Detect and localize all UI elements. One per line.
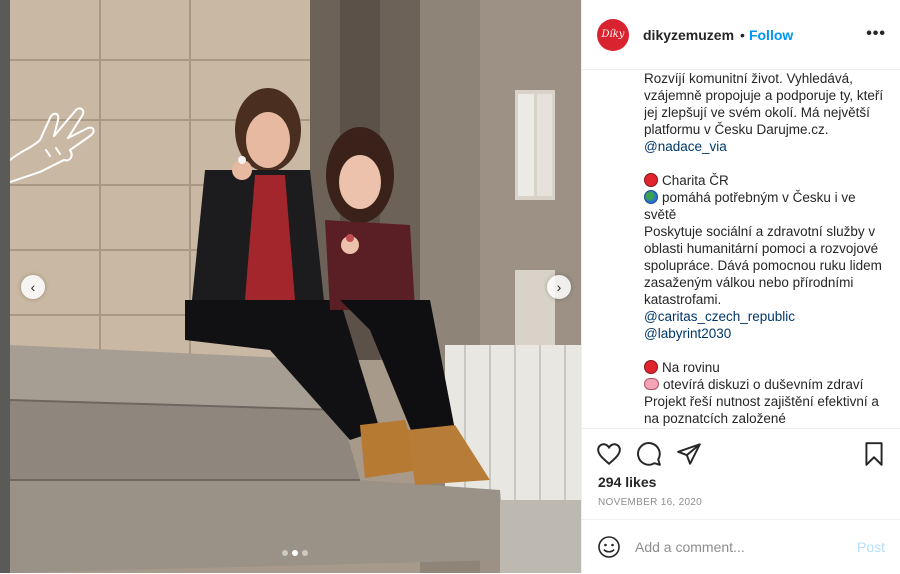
post-photo[interactable]: ‹ › — [10, 0, 581, 573]
instagram-post-view: ‹ › Díky dikyzemuzem • Follow ••• Rozvíj… — [0, 0, 900, 573]
post-header: Díky dikyzemuzem • Follow ••• — [582, 0, 900, 70]
bookmark-icon[interactable] — [861, 441, 887, 467]
username-link[interactable]: dikyzemuzem — [643, 27, 734, 43]
carousel-indicator — [282, 550, 308, 556]
share-icon[interactable] — [676, 441, 702, 467]
background-edge — [0, 0, 10, 573]
carousel-next-button[interactable]: › — [547, 275, 571, 299]
carousel-dot-active — [292, 550, 298, 556]
comment-icon[interactable] — [636, 441, 662, 467]
carousel-dot — [282, 550, 288, 556]
post-details-panel: Díky dikyzemuzem • Follow ••• Rozvíjí ko… — [581, 0, 900, 573]
carousel-dot — [302, 550, 308, 556]
follow-button[interactable]: Follow — [749, 27, 793, 43]
caption-text: Rozvíjí komunitní život. Vyhledává, vzáj… — [644, 71, 884, 137]
photo-illustration — [10, 0, 581, 573]
caption-scroll-area[interactable]: Rozvíjí komunitní život. Vyhledává, vzáj… — [644, 70, 884, 428]
red-circle-icon — [644, 360, 658, 374]
org-name: Charita ČR — [662, 173, 729, 188]
avatar[interactable]: Díky — [597, 18, 629, 51]
caption-line: Na rovinu — [644, 359, 884, 376]
more-options-icon[interactable]: ••• — [866, 25, 886, 43]
emoji-smile-icon[interactable] — [597, 535, 621, 559]
carousel-prev-button[interactable]: ‹ — [21, 275, 45, 299]
caption-line: otevírá diskuzi o duševním zdraví — [644, 376, 884, 393]
brain-icon — [644, 378, 659, 390]
post-date: NOVEMBER 16, 2020 — [598, 497, 703, 508]
separator-dot: • — [740, 26, 745, 43]
caption-line: Charita ČR — [644, 172, 884, 189]
chevron-right-icon: › — [556, 279, 562, 295]
org-tagline: pomáhá potřebným v Česku i ve světě — [644, 190, 856, 222]
mention-link[interactable]: @nadace_via — [644, 139, 727, 154]
globe-icon — [644, 190, 658, 204]
avatar-logo-text: Díky — [601, 29, 625, 40]
mention-link[interactable]: @labyrint2030 — [644, 326, 731, 341]
caption-text: Projekt řeší nutnost zajištění efektivní… — [644, 394, 879, 426]
heart-icon[interactable] — [596, 441, 622, 467]
org-tagline: otevírá diskuzi o duševním zdraví — [663, 377, 864, 392]
post-comment-button[interactable]: Post — [857, 539, 885, 555]
caption-text: Poskytuje sociální a zdravotní služby v … — [644, 224, 882, 307]
red-circle-icon — [644, 173, 658, 187]
org-name: Na rovinu — [662, 360, 720, 375]
comment-input[interactable] — [635, 539, 845, 555]
comment-bar: Post — [582, 519, 900, 574]
likes-count[interactable]: 294 likes — [598, 474, 656, 490]
post-actions: 294 likes NOVEMBER 16, 2020 Post — [582, 428, 900, 573]
mention-link[interactable]: @caritas_czech_republic — [644, 309, 795, 324]
chevron-left-icon: ‹ — [30, 279, 36, 295]
caption-line: pomáhá potřebným v Česku i ve světě — [644, 189, 884, 223]
